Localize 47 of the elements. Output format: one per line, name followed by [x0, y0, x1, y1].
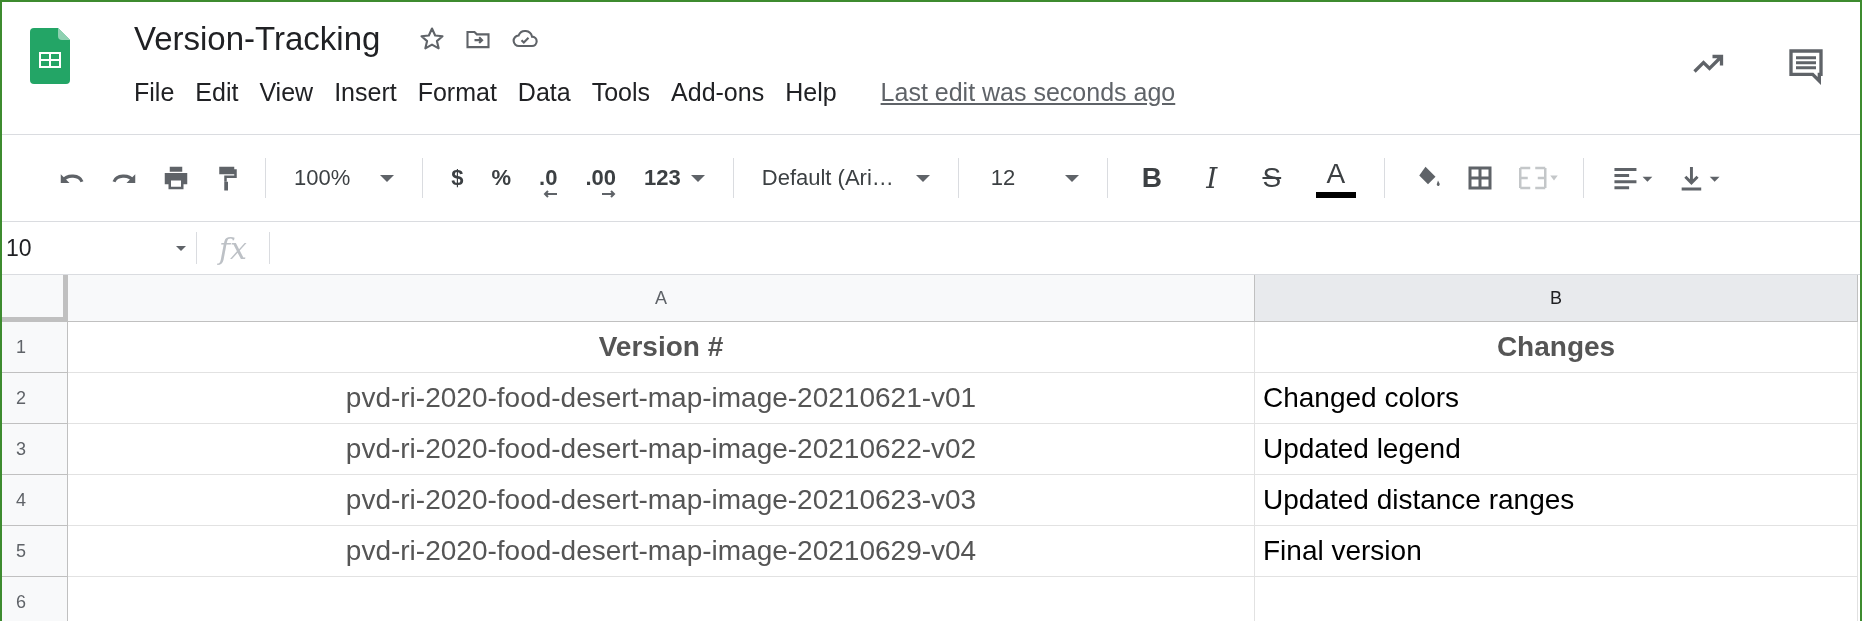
- menu-item[interactable]: Add-ons: [671, 78, 765, 107]
- percent-button[interactable]: %: [491, 165, 512, 191]
- menu-item[interactable]: Tools: [591, 78, 651, 107]
- decrease-decimals-button[interactable]: .0: [539, 158, 558, 198]
- row-header[interactable]: 5: [2, 526, 68, 577]
- strikethrough-button[interactable]: S: [1255, 162, 1288, 194]
- left-arrow-icon: [543, 190, 558, 198]
- row-header[interactable]: 2: [2, 373, 68, 424]
- sheets-logo-icon[interactable]: [30, 28, 70, 84]
- menu-item[interactable]: Insert: [334, 78, 397, 107]
- table-cell: Updated distance ranges: [1263, 484, 1575, 516]
- font-dropdown[interactable]: Default (Ari…: [761, 165, 930, 191]
- table-cell: Final version: [1263, 535, 1422, 567]
- table-cell: Changes: [1496, 331, 1616, 363]
- menu-item[interactable]: Help: [785, 78, 837, 107]
- menu-item[interactable]: Data: [517, 78, 571, 107]
- menu-item[interactable]: Edit: [195, 78, 239, 107]
- menu-item[interactable]: Format: [417, 78, 497, 107]
- row-header[interactable]: 6: [2, 577, 68, 621]
- currency-button[interactable]: $: [451, 165, 464, 191]
- row-header[interactable]: 4: [2, 475, 68, 526]
- row-header[interactable]: 3: [2, 424, 68, 475]
- menu-item[interactable]: File: [134, 78, 175, 107]
- italic-button[interactable]: I: [1195, 161, 1228, 195]
- font-size-dropdown[interactable]: 12: [986, 165, 1079, 191]
- function-icon: fx: [219, 230, 248, 266]
- name-box[interactable]: 10: [6, 234, 196, 262]
- increase-decimals-button[interactable]: .00: [585, 158, 617, 198]
- menu-item[interactable]: View: [259, 78, 314, 107]
- bold-button[interactable]: B: [1135, 162, 1168, 194]
- document-title[interactable]: Version-Tracking: [134, 20, 381, 58]
- last-edit-link[interactable]: Last edit was seconds ago: [880, 78, 1176, 107]
- right-arrow-icon: [602, 190, 617, 198]
- number-format-dropdown[interactable]: 123: [644, 165, 705, 191]
- row-header[interactable]: 1: [2, 322, 68, 373]
- table-cell: Updated legend: [1263, 433, 1461, 465]
- table-cell: pvd-ri-2020-food-desert-map-image-20210629-v04: [345, 535, 977, 567]
- column-header[interactable]: A: [68, 275, 1255, 322]
- table-cell: Changed colors: [1263, 382, 1460, 414]
- table-cell: pvd-ri-2020-food-desert-map-image-20210621-v01: [345, 382, 977, 414]
- column-header[interactable]: B: [1255, 275, 1858, 322]
- zoom-dropdown[interactable]: 100%: [294, 165, 395, 191]
- table-cell: pvd-ri-2020-food-desert-map-image-20210622-v02: [345, 433, 977, 465]
- comment-icon[interactable]: [1786, 46, 1826, 86]
- text-color-button[interactable]: A: [1315, 158, 1356, 198]
- table-cell: Version #: [598, 331, 724, 363]
- table-cell: pvd-ri-2020-food-desert-map-image-20210623-v03: [345, 484, 977, 516]
